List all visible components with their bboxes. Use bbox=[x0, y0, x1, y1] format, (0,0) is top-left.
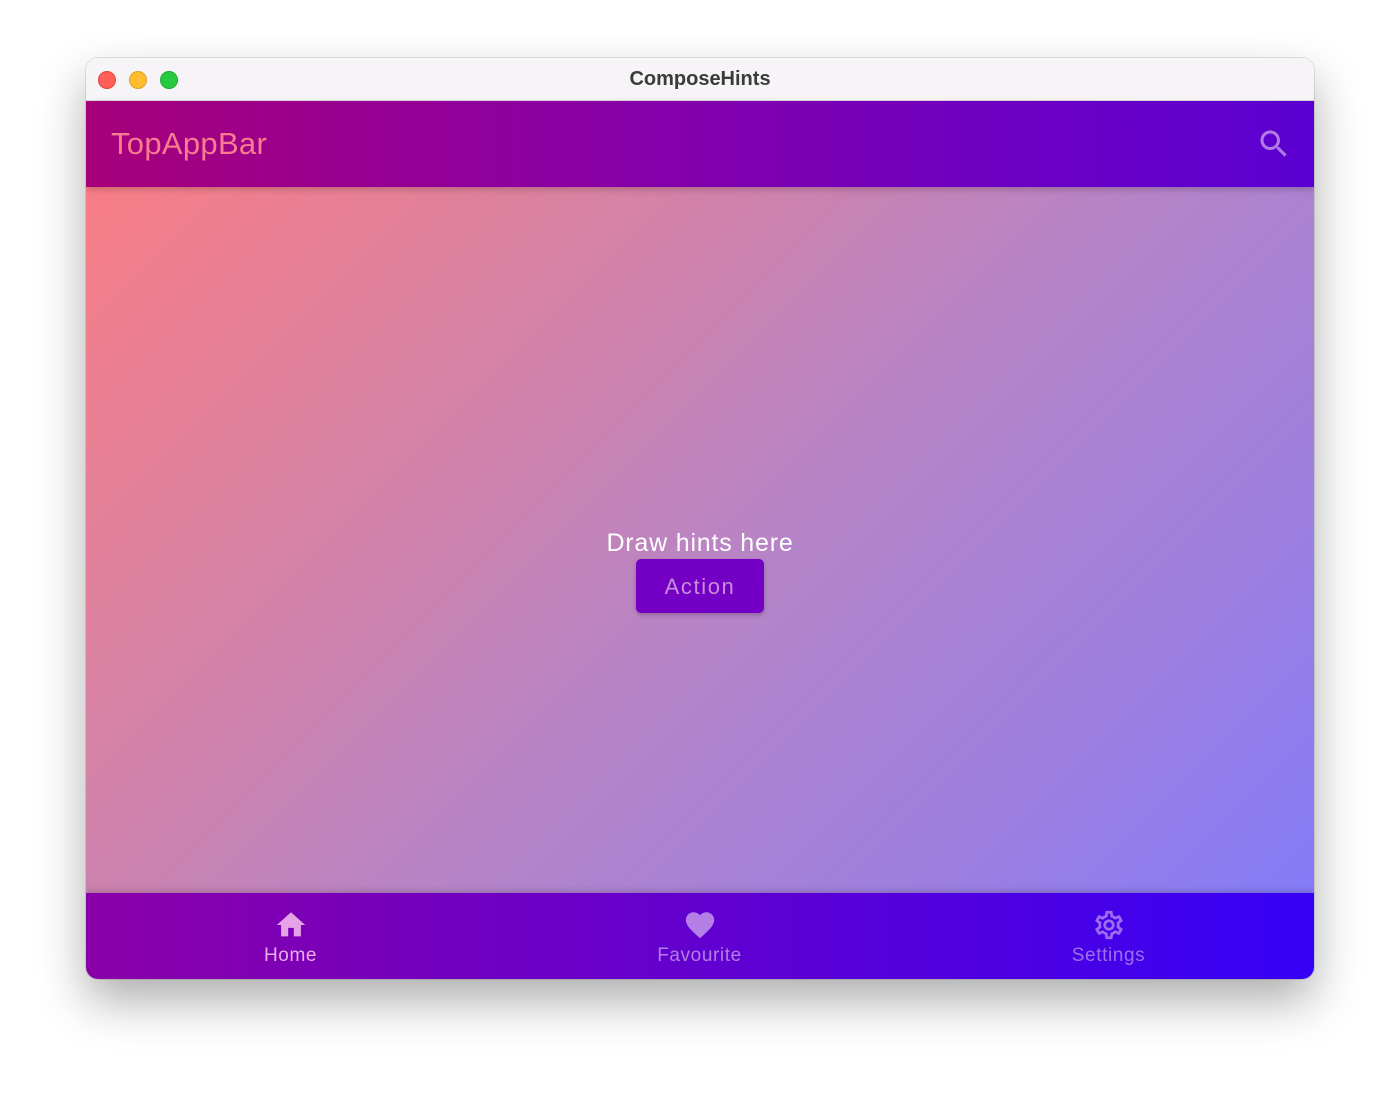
window-titlebar[interactable]: ComposeHints bbox=[86, 58, 1314, 101]
action-button[interactable]: Action bbox=[636, 559, 764, 613]
search-button[interactable] bbox=[1256, 126, 1292, 162]
gear-icon bbox=[1094, 910, 1123, 940]
nav-item-settings-label: Settings bbox=[1071, 945, 1146, 966]
window-title: ComposeHints bbox=[629, 68, 771, 90]
nav-item-settings[interactable]: Settings bbox=[904, 893, 1313, 979]
heart-icon bbox=[685, 912, 714, 939]
nav-item-home[interactable]: Home bbox=[86, 893, 495, 979]
top-app-bar: TopAppBar bbox=[86, 101, 1314, 187]
nav-item-home-label: Home bbox=[263, 945, 318, 966]
nav-item-favourite[interactable]: Favourite bbox=[495, 893, 904, 979]
center-stack: Draw hints here Action bbox=[86, 527, 1314, 613]
app-window: ComposeHints TopAppBar Draw hints here A… bbox=[86, 58, 1314, 979]
nav-item-favourite-label: Favourite bbox=[657, 945, 742, 966]
hint-text: Draw hints here bbox=[606, 529, 794, 557]
hints-canvas[interactable]: Draw hints here Action bbox=[86, 187, 1314, 893]
top-app-bar-title: TopAppBar bbox=[111, 126, 268, 161]
bottom-navigation-bar: Home Favourite Settings bbox=[86, 893, 1314, 979]
home-icon bbox=[276, 912, 305, 937]
search-icon bbox=[1260, 130, 1287, 157]
